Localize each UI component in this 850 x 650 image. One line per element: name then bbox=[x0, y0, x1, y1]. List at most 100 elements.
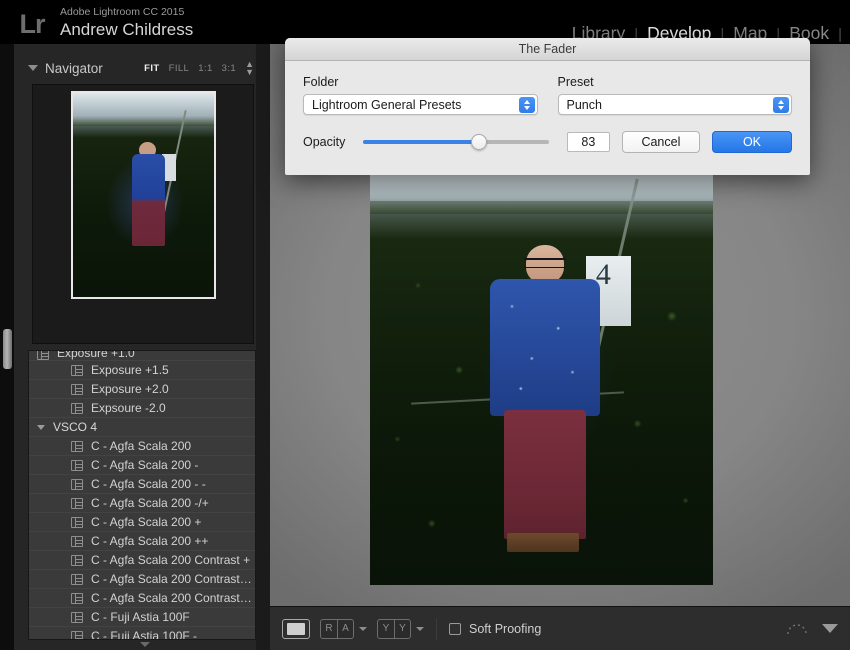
list-item-label: Exposure +1.5 bbox=[91, 363, 169, 377]
list-item[interactable]: C - Agfa Scala 200 Contrast… bbox=[29, 589, 255, 608]
preset-icon bbox=[71, 478, 83, 490]
soft-proofing-checkbox[interactable] bbox=[449, 622, 461, 635]
panel-resize-arrow-icon[interactable] bbox=[140, 642, 150, 647]
left-panel-collapse-handle[interactable] bbox=[3, 329, 12, 369]
preset-field: Preset Punch bbox=[557, 75, 792, 115]
preset-icon bbox=[71, 611, 83, 623]
list-item[interactable]: Expsoure -2.0 bbox=[29, 399, 255, 418]
before-after-view-control[interactable]: Y Y bbox=[377, 618, 424, 639]
chevron-up-down-icon[interactable] bbox=[773, 97, 789, 113]
cancel-button[interactable]: Cancel bbox=[621, 131, 700, 153]
list-item-label: Expsoure -2.0 bbox=[91, 401, 166, 415]
preset-select-value: Punch bbox=[566, 97, 602, 112]
folder-select-value: Lightroom General Presets bbox=[312, 97, 462, 112]
zoom-option-3-1[interactable]: 3:1 bbox=[222, 63, 236, 74]
zoom-option-fill[interactable]: FILL bbox=[169, 63, 190, 74]
compare-view-icon-left[interactable]: R bbox=[320, 618, 337, 639]
list-item[interactable]: Exposure +1.5 bbox=[29, 361, 255, 380]
preset-select[interactable]: Punch bbox=[557, 94, 792, 115]
list-item-label: C - Agfa Scala 200 Contrast… bbox=[91, 591, 252, 605]
zoom-option-1-1[interactable]: 1:1 bbox=[198, 63, 212, 74]
list-item-label: C - Agfa Scala 200 Contrast + bbox=[91, 553, 251, 567]
list-item[interactable]: C - Agfa Scala 200 Contrast + bbox=[29, 551, 255, 570]
photo-subject-shirt bbox=[490, 278, 600, 417]
navigator-header[interactable]: Navigator FIT FILL 1:1 3:1 ▲ ▼ bbox=[28, 58, 256, 78]
list-item-label: C - Agfa Scala 200 - bbox=[91, 458, 199, 472]
list-item[interactable]: C - Agfa Scala 200 - - bbox=[29, 475, 255, 494]
chevron-up-down-icon[interactable] bbox=[518, 97, 535, 113]
zoom-option-fit[interactable]: FIT bbox=[144, 63, 159, 74]
preset-icon bbox=[71, 402, 83, 414]
navigator-zoom-options: FIT FILL 1:1 3:1 ▲ ▼ bbox=[144, 60, 256, 77]
list-item[interactable]: C - Agfa Scala 200 Contrast… bbox=[29, 570, 255, 589]
soft-proofing-label[interactable]: Soft Proofing bbox=[469, 622, 541, 636]
identity-plate[interactable]: Adobe Lightroom CC 2015 Andrew Childress bbox=[60, 5, 193, 40]
list-item[interactable]: C - Agfa Scala 200 - bbox=[29, 456, 255, 475]
up-down-stepper-icon[interactable]: ▲ ▼ bbox=[245, 60, 254, 77]
preset-label: Preset bbox=[557, 75, 594, 89]
left-panel-edge[interactable] bbox=[0, 44, 14, 650]
module-separator: | bbox=[838, 26, 842, 43]
preset-icon bbox=[71, 554, 83, 566]
ok-button[interactable]: OK bbox=[711, 131, 792, 153]
loupe-view-icon[interactable] bbox=[282, 618, 310, 639]
lightroom-window: Lr Adobe Lightroom CC 2015 Andrew Childr… bbox=[0, 0, 850, 650]
user-name-label: Andrew Childress bbox=[60, 20, 194, 39]
opacity-slider[interactable] bbox=[363, 133, 549, 151]
list-item[interactable]: Exposure +1.0 bbox=[29, 351, 255, 361]
preset-icon bbox=[71, 364, 83, 376]
dialog-opacity-row: Opacity 83 Cancel OK bbox=[303, 131, 792, 153]
preset-group-vsco-4[interactable]: VSCO 4 bbox=[29, 418, 255, 437]
list-item[interactable]: C - Agfa Scala 200 + bbox=[29, 513, 255, 532]
list-item-label: C - Fuji Astia 100F bbox=[91, 610, 190, 624]
list-item-label: C - Agfa Scala 200 - - bbox=[91, 477, 206, 491]
left-panel-scrollbar[interactable] bbox=[256, 44, 270, 650]
main-photo[interactable] bbox=[370, 168, 713, 585]
list-item[interactable]: Exposure +2.0 bbox=[29, 380, 255, 399]
compare-view-control[interactable]: R A bbox=[320, 618, 367, 639]
photo-subject-glasses bbox=[524, 257, 566, 268]
before-after-icon-right[interactable]: Y bbox=[394, 618, 411, 639]
preset-icon bbox=[71, 535, 83, 547]
preset-icon bbox=[71, 440, 83, 452]
navigator-title: Navigator bbox=[45, 60, 103, 76]
app-name-label: Adobe Lightroom CC 2015 bbox=[60, 6, 185, 18]
list-item-label: C - Agfa Scala 200 bbox=[91, 439, 192, 453]
preset-icon bbox=[71, 592, 83, 604]
list-item[interactable]: C - Agfa Scala 200 bbox=[29, 437, 255, 456]
chevron-down-icon[interactable] bbox=[416, 626, 424, 631]
before-after-icon-left[interactable]: Y bbox=[377, 618, 394, 639]
triangle-down-icon[interactable] bbox=[28, 65, 38, 71]
presets-list[interactable]: Exposure +1.0 Exposure +1.5 Exposure +2.… bbox=[28, 350, 256, 640]
list-item[interactable]: C - Fuji Astia 100F - bbox=[29, 627, 255, 640]
navigator-preview-area bbox=[32, 84, 254, 344]
list-item-label: C - Agfa Scala 200 + bbox=[91, 515, 202, 529]
preset-icon bbox=[71, 573, 83, 585]
folder-select[interactable]: Lightroom General Presets bbox=[303, 94, 538, 115]
photo-subject-pants bbox=[503, 409, 587, 540]
list-item-label: C - Agfa Scala 200 -/+ bbox=[91, 496, 209, 510]
left-panel: Navigator FIT FILL 1:1 3:1 ▲ ▼ Exposure … bbox=[0, 44, 270, 650]
navigator-thumbnail[interactable] bbox=[71, 91, 216, 299]
list-item-label: C - Fuji Astia 100F - bbox=[91, 629, 198, 640]
preset-icon bbox=[37, 351, 49, 360]
slider-fill bbox=[363, 140, 479, 144]
opacity-value-input[interactable]: 83 bbox=[566, 132, 610, 152]
compare-view-icon-right[interactable]: A bbox=[337, 618, 354, 639]
chevron-down-icon[interactable] bbox=[359, 626, 367, 631]
list-item[interactable]: C - Agfa Scala 200 -/+ bbox=[29, 494, 255, 513]
triangle-down-icon[interactable] bbox=[37, 424, 45, 430]
folder-label: Folder bbox=[303, 75, 339, 89]
toolbar-divider bbox=[436, 617, 437, 640]
slider-thumb[interactable] bbox=[471, 134, 487, 150]
bottom-toolbar: R A Y Y Soft Proofing bbox=[270, 606, 850, 650]
thumbnail-subject-body bbox=[132, 154, 165, 246]
dialog-body: Folder Lightroom General Presets Preset … bbox=[285, 61, 810, 167]
toolbar-toggle-chevron-down-icon[interactable] bbox=[822, 624, 838, 633]
list-item[interactable]: C - Fuji Astia 100F bbox=[29, 608, 255, 627]
preset-icon bbox=[71, 497, 83, 509]
list-item[interactable]: C - Agfa Scala 200 ++ bbox=[29, 532, 255, 551]
opacity-label: Opacity bbox=[303, 135, 346, 149]
photo-subject-shoes bbox=[507, 532, 580, 552]
folder-field: Folder Lightroom General Presets bbox=[303, 75, 538, 115]
